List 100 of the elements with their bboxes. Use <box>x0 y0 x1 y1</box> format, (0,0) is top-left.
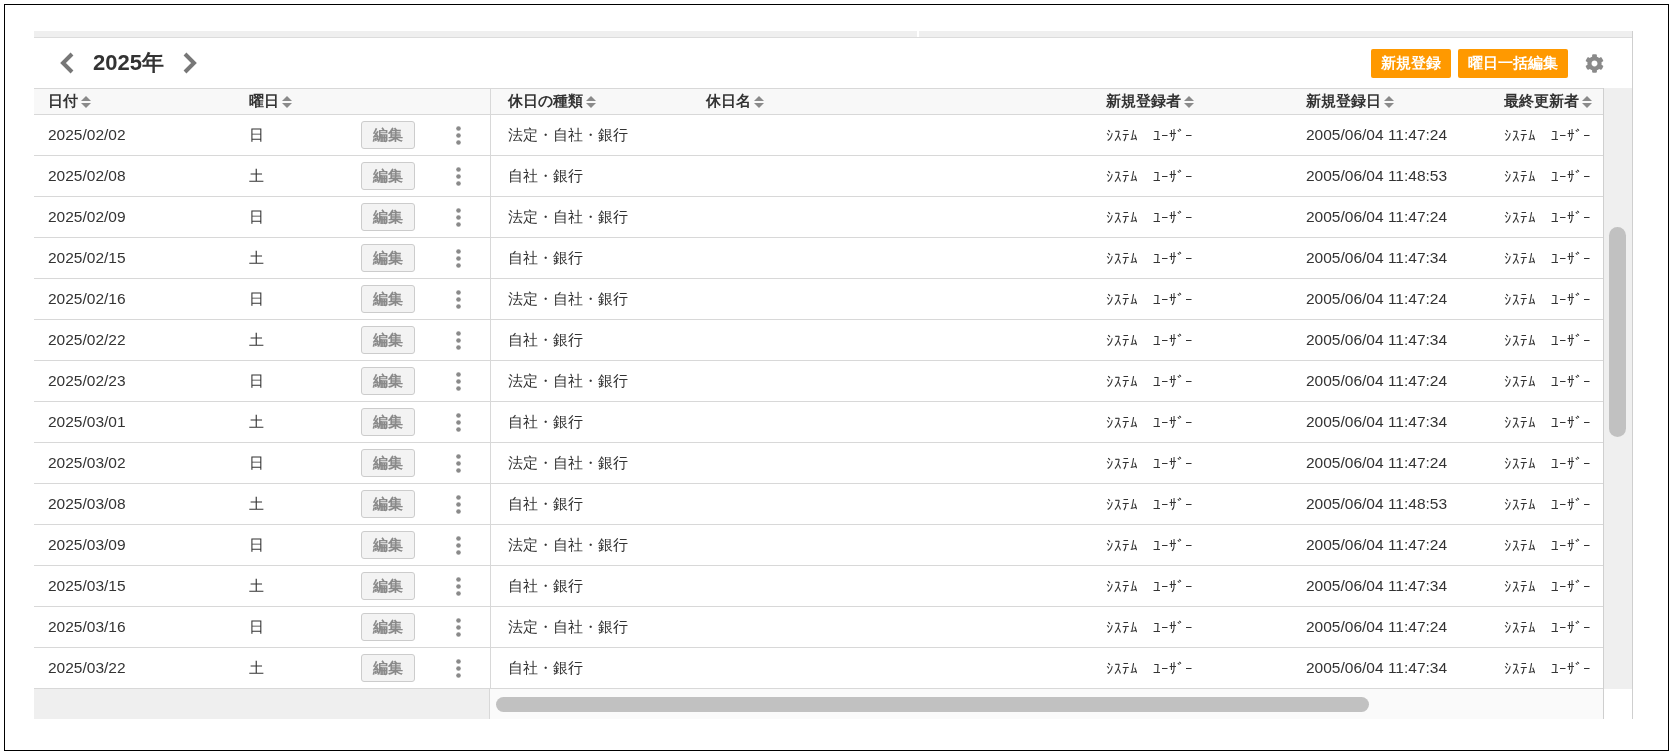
weekday-cell: 日 <box>249 125 264 145</box>
weekday-cell: 土 <box>249 658 264 678</box>
kebab-menu-icon[interactable] <box>456 535 461 555</box>
sort-icon[interactable] <box>81 94 91 109</box>
creator-cell: ｼｽﾃﾑ ﾕｰｻﾞｰ <box>1106 290 1193 308</box>
creator-cell: ｼｽﾃﾑ ﾕｰｻﾞｰ <box>1106 372 1193 390</box>
date-cell: 2025/02/02 <box>48 126 126 144</box>
created-date-cell: 2005/06/04 11:47:34 <box>1306 413 1448 431</box>
weekday-cell: 日 <box>249 207 264 227</box>
column-header[interactable]: 新規登録者 <box>1106 92 1181 111</box>
edit-button[interactable]: 編集 <box>361 449 415 477</box>
kebab-menu-icon[interactable] <box>456 248 461 268</box>
weekday-cell: 土 <box>249 330 264 350</box>
column-header[interactable]: 休日名 <box>706 92 751 111</box>
holiday-type-cell: 自社・銀行 <box>508 576 583 596</box>
holiday-type-cell: 自社・銀行 <box>508 330 583 350</box>
date-cell: 2025/03/01 <box>48 413 126 431</box>
sort-icon[interactable] <box>1384 94 1394 109</box>
edit-button[interactable]: 編集 <box>361 203 415 231</box>
kebab-menu-icon[interactable] <box>456 576 461 596</box>
sort-icon[interactable] <box>754 94 764 109</box>
updater-cell: ｼｽﾃﾑ ﾕｰｻﾞｰ <box>1504 126 1591 144</box>
edit-button[interactable]: 編集 <box>361 121 415 149</box>
created-date-cell: 2005/06/04 11:48:53 <box>1306 495 1448 513</box>
holiday-type-cell: 自社・銀行 <box>508 166 583 186</box>
weekday-cell: 土 <box>249 494 264 514</box>
date-cell: 2025/02/16 <box>48 290 126 308</box>
holiday-type-cell: 法定・自社・銀行 <box>508 453 628 473</box>
created-date-cell: 2005/06/04 11:47:34 <box>1306 331 1448 349</box>
bulk-edit-button[interactable]: 曜日一括編集 <box>1458 48 1568 78</box>
date-cell: 2025/03/16 <box>48 618 126 636</box>
weekday-cell: 土 <box>249 248 264 268</box>
sort-icon[interactable] <box>1184 94 1194 109</box>
edit-button[interactable]: 編集 <box>361 162 415 190</box>
edit-button[interactable]: 編集 <box>361 572 415 600</box>
edit-button[interactable]: 編集 <box>361 285 415 313</box>
kebab-menu-icon[interactable] <box>456 617 461 637</box>
sort-icon[interactable] <box>1582 94 1592 109</box>
holiday-type-cell: 自社・銀行 <box>508 494 583 514</box>
kebab-menu-icon[interactable] <box>456 330 461 350</box>
weekday-cell: 土 <box>249 166 264 186</box>
weekday-cell: 土 <box>249 412 264 432</box>
edit-button[interactable]: 編集 <box>361 654 415 682</box>
created-date-cell: 2005/06/04 11:47:34 <box>1306 249 1448 267</box>
chevron-right-icon[interactable] <box>181 52 198 74</box>
edit-button[interactable]: 編集 <box>361 490 415 518</box>
creator-cell: ｼｽﾃﾑ ﾕｰｻﾞｰ <box>1106 208 1193 226</box>
created-date-cell: 2005/06/04 11:47:24 <box>1306 290 1448 308</box>
creator-cell: ｼｽﾃﾑ ﾕｰｻﾞｰ <box>1106 618 1193 636</box>
column-header[interactable]: 新規登録日 <box>1306 92 1381 111</box>
scrollbar-thumb[interactable] <box>1609 227 1626 437</box>
kebab-menu-icon[interactable] <box>456 125 461 145</box>
weekday-cell: 日 <box>249 617 264 637</box>
edit-button[interactable]: 編集 <box>361 408 415 436</box>
edit-button[interactable]: 編集 <box>361 531 415 559</box>
weekday-cell: 日 <box>249 453 264 473</box>
date-cell: 2025/02/22 <box>48 331 126 349</box>
date-cell: 2025/02/09 <box>48 208 126 226</box>
creator-cell: ｼｽﾃﾑ ﾕｰｻﾞｰ <box>1106 249 1193 267</box>
creator-cell: ｼｽﾃﾑ ﾕｰｻﾞｰ <box>1106 495 1193 513</box>
holiday-type-cell: 法定・自社・銀行 <box>508 617 628 637</box>
updater-cell: ｼｽﾃﾑ ﾕｰｻﾞｰ <box>1504 331 1591 349</box>
edit-button[interactable]: 編集 <box>361 613 415 641</box>
kebab-menu-icon[interactable] <box>456 494 461 514</box>
holiday-type-cell: 法定・自社・銀行 <box>508 289 628 309</box>
date-cell: 2025/02/23 <box>48 372 126 390</box>
edit-button[interactable]: 編集 <box>361 367 415 395</box>
created-date-cell: 2005/06/04 11:47:24 <box>1306 536 1448 554</box>
creator-cell: ｼｽﾃﾑ ﾕｰｻﾞｰ <box>1106 167 1193 185</box>
settings-icon[interactable] <box>1585 53 1604 73</box>
sort-icon[interactable] <box>282 94 292 109</box>
holiday-type-cell: 自社・銀行 <box>508 658 583 678</box>
holiday-type-cell: 法定・自社・銀行 <box>508 125 628 145</box>
kebab-menu-icon[interactable] <box>456 289 461 309</box>
updater-cell: ｼｽﾃﾑ ﾕｰｻﾞｰ <box>1504 167 1591 185</box>
updater-cell: ｼｽﾃﾑ ﾕｰｻﾞｰ <box>1504 495 1591 513</box>
column-header[interactable]: 日付 <box>48 92 78 111</box>
new-registration-button[interactable]: 新規登録 <box>1371 48 1451 78</box>
updater-cell: ｼｽﾃﾑ ﾕｰｻﾞｰ <box>1504 208 1591 226</box>
edit-button[interactable]: 編集 <box>361 244 415 272</box>
holiday-type-cell: 自社・銀行 <box>508 412 583 432</box>
kebab-menu-icon[interactable] <box>456 166 461 186</box>
kebab-menu-icon[interactable] <box>456 453 461 473</box>
sort-icon[interactable] <box>586 94 596 109</box>
column-header[interactable]: 最終更新者 <box>1504 92 1579 111</box>
date-cell: 2025/02/08 <box>48 167 126 185</box>
kebab-menu-icon[interactable] <box>456 207 461 227</box>
column-header[interactable]: 休日の種類 <box>508 92 583 111</box>
horizontal-scrollbar[interactable] <box>490 689 1603 719</box>
edit-button[interactable]: 編集 <box>361 326 415 354</box>
chevron-left-icon[interactable] <box>59 52 75 74</box>
column-header[interactable]: 曜日 <box>249 92 279 111</box>
vertical-scrollbar[interactable] <box>1603 88 1632 689</box>
scrollbar-thumb[interactable] <box>496 696 1369 712</box>
kebab-menu-icon[interactable] <box>456 412 461 432</box>
kebab-menu-icon[interactable] <box>456 371 461 391</box>
creator-cell: ｼｽﾃﾑ ﾕｰｻﾞｰ <box>1106 536 1193 554</box>
kebab-menu-icon[interactable] <box>456 658 461 678</box>
created-date-cell: 2005/06/04 11:47:24 <box>1306 126 1448 144</box>
holiday-type-cell: 法定・自社・銀行 <box>508 535 628 555</box>
